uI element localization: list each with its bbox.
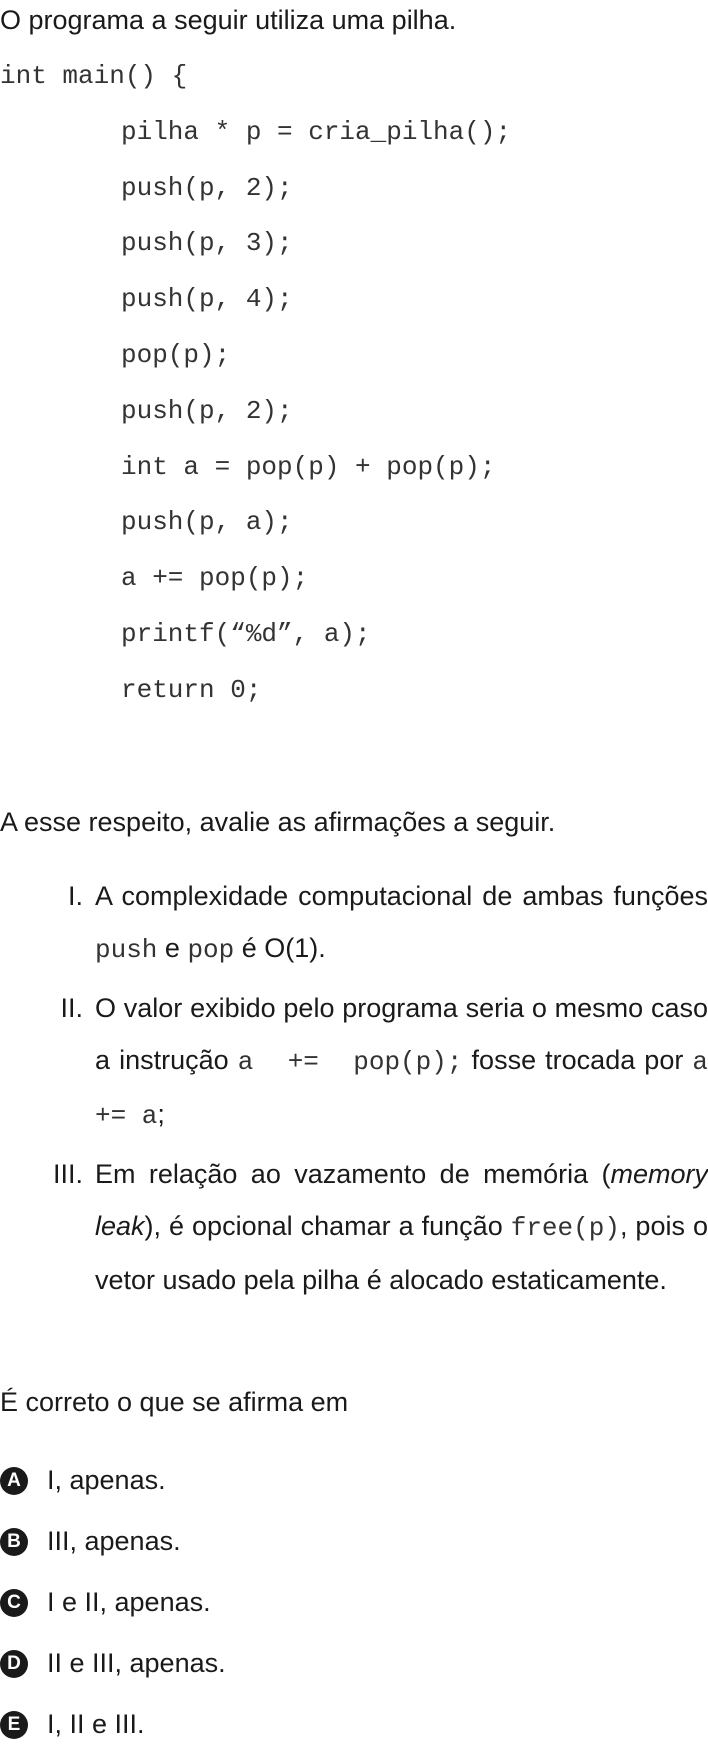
option-letter-badge: C bbox=[0, 1588, 28, 1617]
statement-iii: III. Em relação ao vazamento de memória … bbox=[0, 1148, 708, 1306]
code-line: push(p, 2); bbox=[121, 172, 293, 203]
code-line: int main() { bbox=[0, 61, 188, 91]
code-line: return 0; bbox=[121, 674, 262, 705]
code-line: push(p, a); bbox=[121, 507, 293, 538]
code-line: pop(p); bbox=[121, 339, 231, 370]
code-inline: free(p) bbox=[510, 1213, 620, 1243]
code-line: pilha * p = cria_pilha(); bbox=[121, 116, 512, 147]
statement-body: O valor exibido pelo programa seria o me… bbox=[95, 982, 708, 1142]
code-inline: pop bbox=[187, 935, 235, 965]
option-letter-badge: B bbox=[0, 1527, 28, 1556]
option-b[interactable]: B III, apenas. bbox=[0, 1511, 708, 1572]
statement-text: fosse trocada por bbox=[462, 1045, 693, 1075]
option-d[interactable]: D II e III, apenas. bbox=[0, 1633, 708, 1694]
option-a[interactable]: A I, apenas. bbox=[0, 1450, 708, 1511]
option-e[interactable]: E I, II e III. bbox=[0, 1694, 708, 1755]
statement-text: é O(1). bbox=[234, 933, 326, 963]
option-letter-badge: D bbox=[0, 1649, 28, 1678]
code-line: push(p, 3); bbox=[121, 228, 293, 259]
statements-list: I. A complexidade computacional de ambas… bbox=[0, 870, 708, 1312]
code-line: push(p, 2); bbox=[121, 395, 293, 426]
option-text: II e III, apenas. bbox=[47, 1648, 226, 1678]
code-line: int a = pop(p) + pop(p); bbox=[121, 451, 496, 482]
statement-text: A complexidade computacional de ambas fu… bbox=[95, 881, 708, 911]
code-line: a += pop(p); bbox=[121, 563, 309, 594]
statement-ii: II. O valor exibido pelo programa seria … bbox=[0, 982, 708, 1142]
statement-number: III. bbox=[52, 1159, 83, 1189]
code-line: printf(“%d”, a); bbox=[121, 618, 371, 649]
statement-text: ; bbox=[157, 1099, 165, 1129]
question-page: O programa a seguir utiliza uma pilha. i… bbox=[0, 0, 708, 1739]
option-text: I e II, apenas. bbox=[47, 1587, 211, 1617]
option-letter-badge: E bbox=[0, 1710, 28, 1739]
option-text: I, II e III. bbox=[47, 1709, 145, 1739]
option-letter-badge: A bbox=[0, 1466, 28, 1495]
statement-text: ), é opcional chamar a função bbox=[144, 1211, 511, 1241]
answer-options: A I, apenas. B III, apenas. C I e II, ap… bbox=[0, 1450, 708, 1755]
option-text: I, apenas. bbox=[47, 1465, 166, 1495]
code-block: int main() { pilha * p = cria_pilha(); p… bbox=[0, 62, 708, 732]
code-inline: a += pop(p); bbox=[237, 1047, 463, 1077]
intro-text: O programa a seguir utiliza uma pilha. bbox=[0, 5, 457, 35]
statement-number: II. bbox=[60, 993, 83, 1023]
statement-text: Em relação ao vazamento de memória ( bbox=[95, 1159, 611, 1189]
statement-text: e bbox=[157, 933, 188, 963]
code-inline: push bbox=[95, 935, 158, 965]
statement-number: I. bbox=[67, 881, 83, 911]
statements-prompt: A esse respeito, avalie as afirmações a … bbox=[0, 807, 556, 837]
statement-body: Em relação ao vazamento de memória (memo… bbox=[95, 1148, 708, 1306]
question-stem: É correto o que se afirma em bbox=[0, 1387, 349, 1417]
code-line: push(p, 4); bbox=[121, 284, 293, 315]
option-text: III, apenas. bbox=[47, 1526, 181, 1556]
statement-i: I. A complexidade computacional de ambas… bbox=[0, 870, 708, 976]
option-c[interactable]: C I e II, apenas. bbox=[0, 1572, 708, 1633]
statement-body: A complexidade computacional de ambas fu… bbox=[95, 870, 708, 976]
